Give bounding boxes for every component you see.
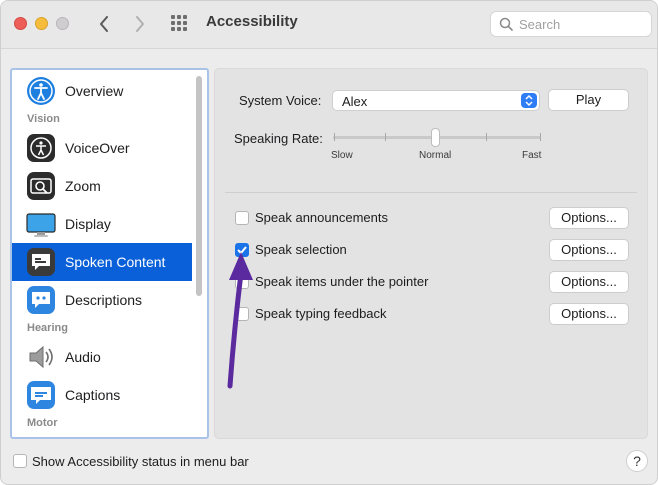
sidebar: Overview Vision VoiceOver Zoom Display S… — [10, 68, 209, 439]
sidebar-item-label: Zoom — [65, 178, 101, 194]
sidebar-item-label: Spoken Content — [65, 254, 166, 270]
speak-typing-feedback-options-button[interactable]: Options... — [549, 303, 629, 325]
sidebar-item-spoken-content[interactable]: Spoken Content — [12, 243, 192, 281]
checkmark-icon — [237, 246, 247, 255]
help-button[interactable]: ? — [626, 450, 648, 472]
speak-typing-feedback-label: Speak typing feedback — [255, 306, 387, 321]
sidebar-item-overview[interactable]: Overview — [12, 72, 192, 110]
close-window-button[interactable] — [14, 17, 27, 30]
sidebar-item-voiceover[interactable]: VoiceOver — [12, 129, 192, 167]
sidebar-item-label: VoiceOver — [65, 140, 130, 156]
show-all-grid-button[interactable] — [171, 15, 191, 33]
chevron-left-icon — [100, 16, 108, 32]
sidebar-item-label: Descriptions — [65, 292, 143, 308]
captions-icon — [27, 381, 55, 409]
system-voice-value: Alex — [342, 94, 368, 109]
speak-items-under-pointer-label: Speak items under the pointer — [255, 274, 429, 289]
rate-fast-label: Fast — [522, 150, 542, 161]
slider-tick — [540, 133, 541, 141]
system-voice-popup[interactable]: Alex — [332, 90, 540, 111]
sidebar-item-descriptions[interactable]: Descriptions — [12, 281, 192, 319]
zoom-window-button[interactable] — [56, 17, 69, 30]
back-button[interactable] — [93, 12, 115, 36]
play-button[interactable]: Play — [548, 89, 629, 111]
speaking-rate-knob[interactable] — [431, 128, 440, 147]
speak-items-under-pointer-options-button[interactable]: Options... — [549, 271, 629, 293]
descriptions-icon — [27, 286, 55, 314]
speak-announcements-checkbox[interactable] — [235, 211, 249, 225]
accessibility-icon — [27, 77, 55, 105]
speech-bubble-icon — [27, 248, 55, 276]
grid-icon — [171, 15, 175, 19]
speak-announcements-options-button[interactable]: Options... — [549, 207, 629, 229]
preferences-window: Accessibility Overview Vision — [0, 0, 658, 485]
title-bar: Accessibility — [1, 1, 657, 49]
system-voice-label: System Voice: — [239, 93, 322, 108]
zoom-icon — [27, 172, 55, 200]
speak-typing-feedback-checkbox[interactable] — [235, 307, 249, 321]
speaking-rate-label: Speaking Rate: — [234, 131, 323, 146]
sidebar-header-hearing: Hearing — [27, 322, 68, 334]
sidebar-item-display[interactable]: Display — [12, 205, 192, 243]
sidebar-item-label: Captions — [65, 387, 121, 403]
slider-tick — [385, 133, 386, 141]
speak-items-under-pointer-checkbox[interactable] — [235, 275, 249, 289]
speak-selection-checkbox[interactable] — [235, 243, 249, 257]
sidebar-item-label: Overview — [65, 83, 124, 99]
sidebar-header-vision: Vision — [27, 113, 60, 125]
search-input[interactable] — [519, 15, 644, 33]
sidebar-item-label: Display — [65, 216, 111, 232]
chevron-right-icon — [136, 16, 144, 32]
sidebar-item-captions[interactable]: Captions — [12, 376, 192, 414]
speaker-icon — [29, 345, 53, 369]
display-icon — [26, 213, 56, 237]
rate-slow-label: Slow — [331, 150, 353, 161]
speak-selection-label: Speak selection — [255, 242, 347, 257]
sidebar-header-motor: Motor — [27, 417, 58, 429]
slider-tick — [334, 133, 335, 141]
search-icon — [499, 17, 513, 31]
show-status-menu-bar-checkbox[interactable] — [13, 454, 27, 468]
sidebar-item-zoom[interactable]: Zoom — [12, 167, 192, 205]
window-title: Accessibility — [206, 13, 298, 30]
speak-selection-options-button[interactable]: Options... — [549, 239, 629, 261]
speak-announcements-label: Speak announcements — [255, 210, 388, 225]
rate-normal-label: Normal — [419, 150, 452, 161]
search-field[interactable] — [490, 11, 652, 37]
voiceover-icon — [27, 134, 55, 162]
sidebar-item-audio[interactable]: Audio — [12, 338, 192, 376]
sidebar-item-label: Audio — [65, 349, 101, 365]
spoken-content-panel: System Voice: Alex Play Speaking Rate: S… — [214, 68, 648, 439]
show-status-menu-bar-label: Show Accessibility status in menu bar — [32, 454, 249, 469]
forward-button[interactable] — [129, 12, 151, 36]
slider-tick — [486, 133, 487, 141]
popup-arrows-icon — [521, 93, 537, 108]
sidebar-scrollbar[interactable] — [196, 76, 202, 296]
minimize-window-button[interactable] — [35, 17, 48, 30]
section-divider — [225, 192, 637, 193]
